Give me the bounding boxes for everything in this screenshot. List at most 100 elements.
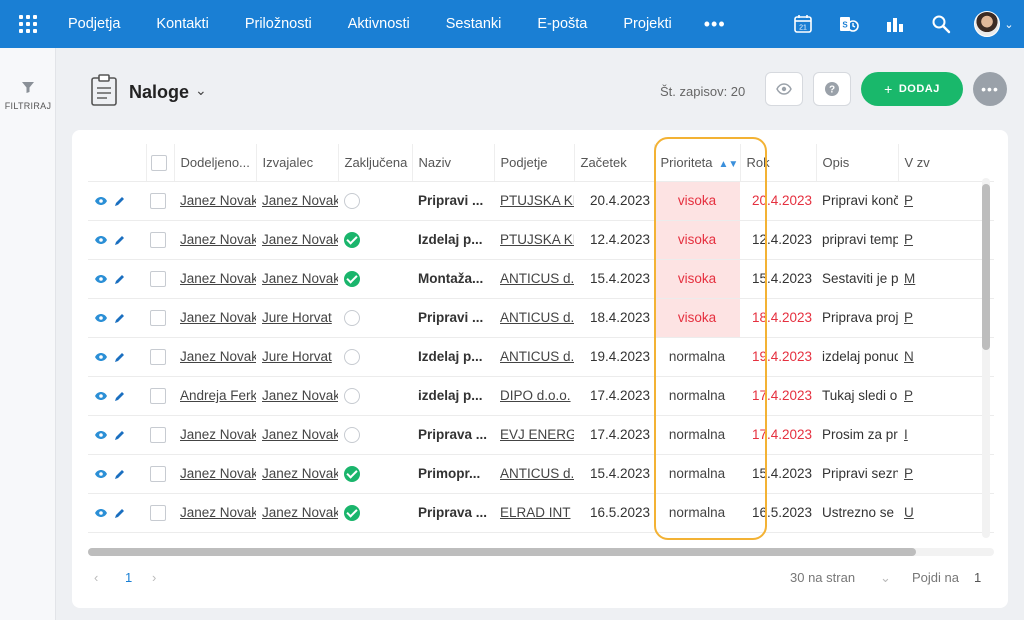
cell-related[interactable]: P (898, 220, 994, 260)
more-actions-button[interactable]: ••• (973, 72, 1007, 106)
table-row[interactable]: Janez Novak Janez Novak Priprava ... ELRAD … (88, 493, 994, 533)
view-eye-icon[interactable] (94, 235, 108, 245)
company-link[interactable]: DIPO d.o.o. (500, 388, 571, 403)
apps-grid-icon[interactable] (0, 0, 56, 48)
cell-executor[interactable]: Jure Horvat (256, 337, 338, 377)
company-link[interactable]: ANTICUS d.o.o. (500, 349, 574, 364)
nav-item-priloznosti[interactable]: Priložnosti (227, 0, 330, 48)
cell-executor[interactable]: Janez Novak (256, 376, 338, 416)
add-button[interactable]: + DODAJ (861, 72, 963, 106)
assigned-link[interactable]: Janez Novak (180, 310, 256, 325)
assigned-link[interactable]: Janez Novak (180, 466, 256, 481)
cell-company[interactable]: ANTICUS d.o.o. (494, 454, 574, 494)
not-completed-circle-icon[interactable] (344, 192, 360, 209)
select-all-checkbox[interactable] (150, 154, 167, 171)
executor-link[interactable]: Janez Novak (262, 427, 338, 442)
cell-title[interactable]: Izdelaj p... (412, 220, 494, 260)
cell-executor[interactable]: Janez Novak (256, 415, 338, 455)
assigned-link[interactable]: Janez Novak (180, 505, 256, 520)
table-row[interactable]: Janez Novak Janez Novak Izdelaj p... PTUJSK… (88, 220, 994, 260)
nav-more-button[interactable]: ••• (690, 14, 740, 35)
completed-check-icon[interactable] (344, 231, 360, 248)
view-eye-icon[interactable] (94, 469, 108, 479)
goto-page-input[interactable]: 1 (974, 570, 981, 585)
related-link[interactable]: M (904, 271, 915, 286)
per-page-select[interactable]: 30 na stran (790, 570, 855, 585)
col-header-executor[interactable]: Izvajalec (256, 144, 339, 182)
view-eye-icon[interactable] (94, 430, 108, 440)
chevron-down-icon[interactable]: ⌄ (880, 570, 891, 586)
cell-title[interactable]: Izdelaj p... (412, 337, 494, 377)
cell-company[interactable]: ANTICUS d.o.o. (494, 337, 574, 377)
assigned-link[interactable]: Janez Novak (180, 232, 256, 247)
cell-assigned[interactable]: Janez Novak (174, 415, 256, 455)
nav-item-podjetja[interactable]: Podjetja (56, 0, 138, 48)
table-row[interactable]: Janez Novak Jure Horvat Pripravi ... ANTICU… (88, 298, 994, 338)
cell-related[interactable]: P (898, 298, 994, 338)
cell-company[interactable]: ANTICUS d.o.o. (494, 259, 574, 299)
edit-pencil-icon[interactable] (114, 391, 125, 402)
cell-executor[interactable]: Janez Novak (256, 181, 338, 221)
cell-assigned[interactable]: Janez Novak (174, 181, 256, 221)
table-row[interactable]: Janez Novak Jure Horvat Izdelaj p... ANTICU… (88, 337, 994, 377)
cell-executor[interactable]: Janez Novak (256, 220, 338, 260)
view-eye-icon[interactable] (94, 391, 108, 401)
edit-pencil-icon[interactable] (114, 508, 125, 519)
nav-item-kontakti[interactable]: Kontakti (138, 0, 226, 48)
edit-pencil-icon[interactable] (114, 274, 125, 285)
reports-chart-icon[interactable] (872, 0, 918, 48)
edit-pencil-icon[interactable] (114, 235, 125, 246)
assigned-link[interactable]: Andreja Ferk (180, 388, 256, 403)
company-link[interactable]: ELRAD INT (500, 505, 571, 520)
executor-link[interactable]: Janez Novak (262, 271, 338, 286)
cell-executor[interactable]: Janez Novak (256, 454, 338, 494)
nav-item-eposta[interactable]: E-pošta (519, 0, 605, 48)
company-link[interactable]: EVJ ENERGIJA (500, 427, 574, 442)
row-checkbox[interactable] (150, 348, 166, 365)
related-link[interactable]: P (904, 388, 913, 403)
company-link[interactable]: ANTICUS d.o.o. (500, 271, 574, 286)
col-header-title[interactable]: Naziv (412, 144, 495, 182)
table-row[interactable]: Janez Novak Janez Novak Priprava ... EVJ EN… (88, 415, 994, 455)
prev-page-button[interactable]: ‹ (94, 570, 98, 585)
cell-title[interactable]: Pripravi ... (412, 181, 494, 221)
assigned-link[interactable]: Janez Novak (180, 193, 256, 208)
cell-related[interactable]: N (898, 337, 994, 377)
executor-link[interactable]: Janez Novak (262, 193, 338, 208)
cell-related[interactable]: U (898, 493, 994, 533)
cell-company[interactable]: ELRAD INT (494, 493, 574, 533)
cell-related[interactable]: P (898, 181, 994, 221)
cell-assigned[interactable]: Andreja Ferk (174, 376, 256, 416)
help-button[interactable]: ? (813, 72, 851, 106)
col-header-completed[interactable]: Zaključena (338, 144, 413, 182)
company-link[interactable]: PTUJSKA KLET (500, 193, 574, 208)
cell-company[interactable]: ANTICUS d.o.o. (494, 298, 574, 338)
completed-check-icon[interactable] (344, 270, 360, 287)
view-toggle-button[interactable] (765, 72, 803, 106)
company-link[interactable]: PTUJSKA KLET (500, 232, 574, 247)
row-checkbox[interactable] (150, 504, 166, 521)
cell-related[interactable]: P (898, 376, 994, 416)
user-menu[interactable]: ⌄ (964, 0, 1024, 48)
table-row[interactable]: Janez Novak Janez Novak Primopr... ANTICUS … (88, 454, 994, 494)
nav-item-projekti[interactable]: Projekti (605, 0, 689, 48)
cell-title[interactable]: Priprava ... (412, 493, 494, 533)
next-page-button[interactable]: › (152, 570, 156, 585)
company-link[interactable]: ANTICUS d.o.o. (500, 466, 574, 481)
calendar-icon[interactable]: 21 (780, 0, 826, 48)
cell-company[interactable]: PTUJSKA KLET (494, 220, 574, 260)
related-link[interactable]: P (904, 466, 913, 481)
not-completed-circle-icon[interactable] (344, 387, 360, 404)
nav-item-sestanki[interactable]: Sestanki (428, 0, 520, 48)
executor-link[interactable]: Janez Novak (262, 388, 338, 403)
executor-link[interactable]: Jure Horvat (262, 349, 332, 364)
search-icon[interactable] (918, 0, 964, 48)
view-selector-chevron-icon[interactable]: ⌄ (195, 82, 207, 99)
cell-executor[interactable]: Janez Novak (256, 493, 338, 533)
view-eye-icon[interactable] (94, 274, 108, 284)
edit-pencil-icon[interactable] (114, 196, 125, 207)
cell-executor[interactable]: Jure Horvat (256, 298, 338, 338)
view-eye-icon[interactable] (94, 313, 108, 323)
row-checkbox[interactable] (150, 309, 166, 326)
col-header-assigned[interactable]: Dodeljeno... (174, 144, 257, 182)
